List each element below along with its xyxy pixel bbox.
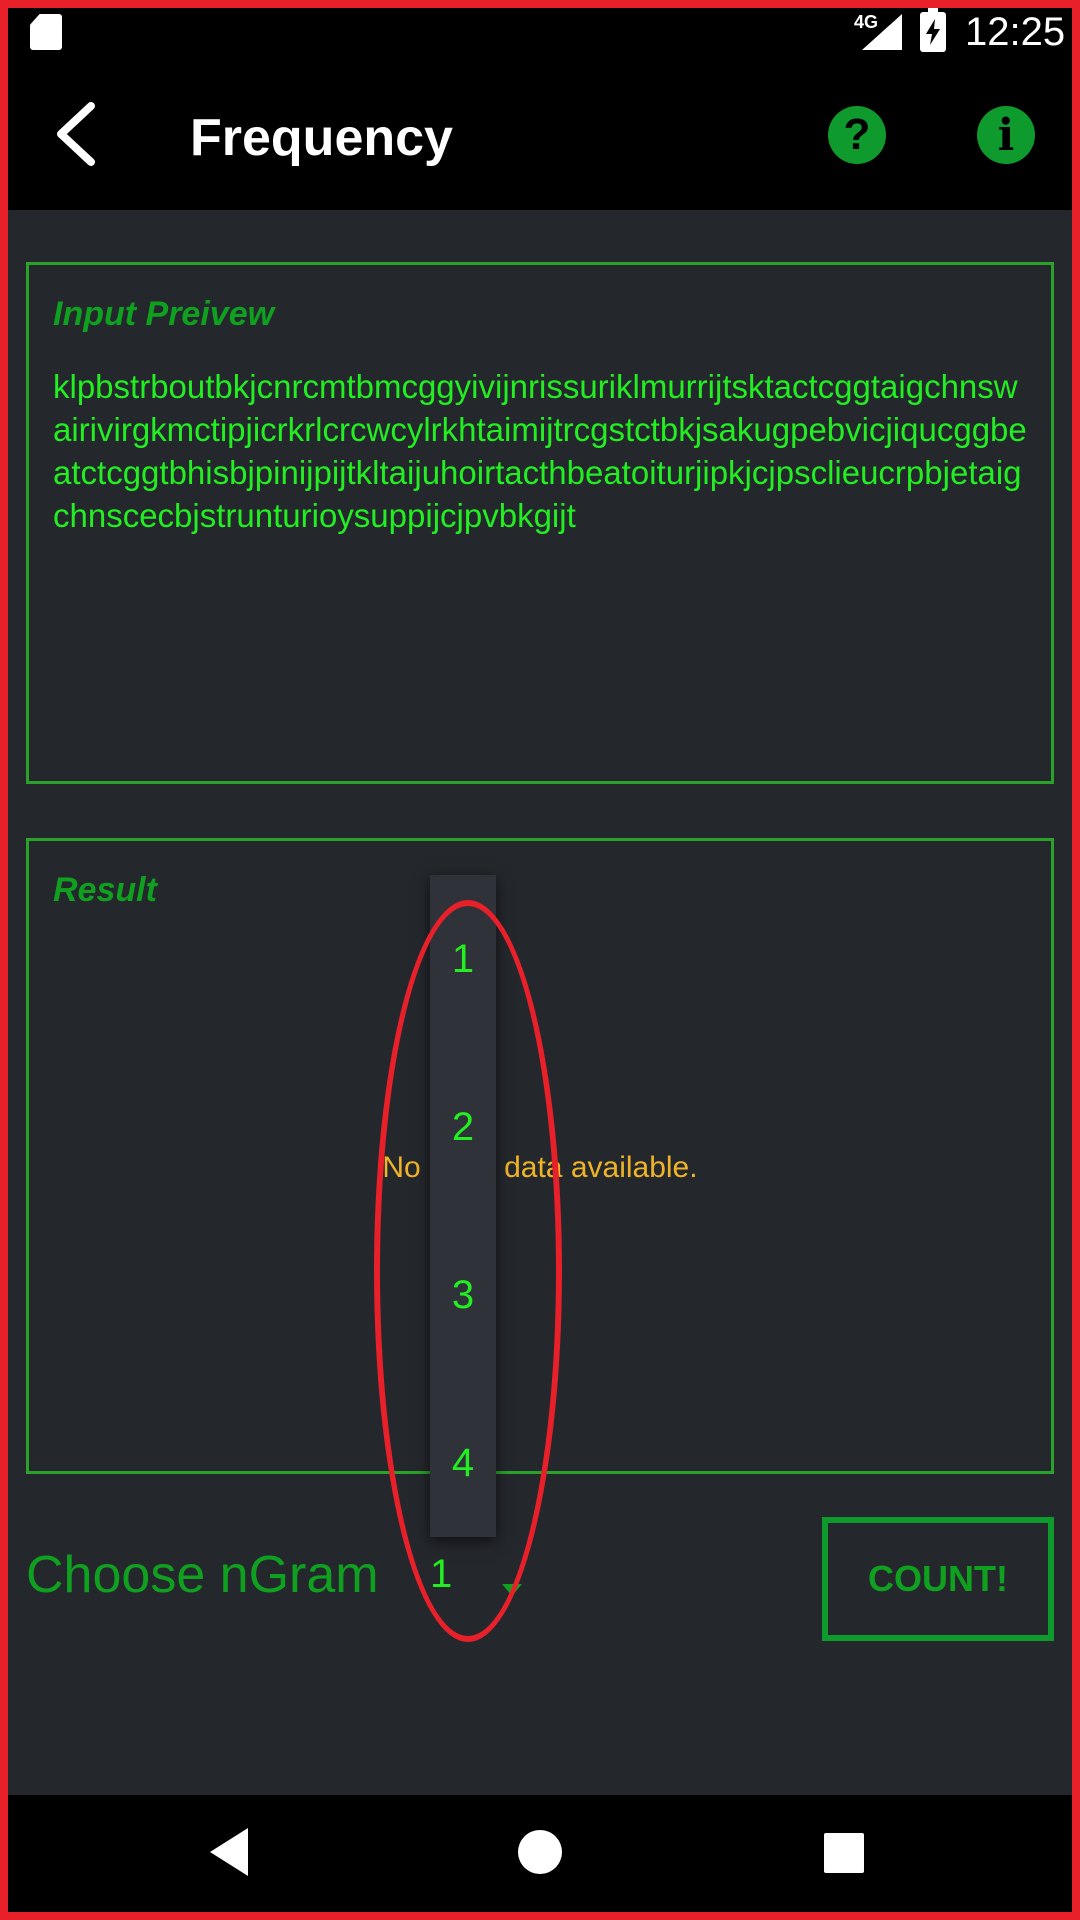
nav-recents-icon[interactable] [824, 1833, 864, 1873]
navigation-bar [0, 1795, 1080, 1920]
clock: 12:25 [965, 10, 1066, 54]
dropdown-arrow-icon [502, 1584, 522, 1596]
input-preview-text: klpbstrboutbkjcnrcmtbmcggyivijnrissurikl… [53, 368, 1027, 534]
status-bar: 4G 12:25 [0, 0, 1080, 64]
ngram-dropdown[interactable]: 1 [418, 1540, 522, 1610]
nav-home-icon[interactable] [518, 1830, 562, 1874]
ngram-label: Choose nGram [26, 1546, 379, 1604]
ngram-option-2[interactable]: 2 [430, 1043, 496, 1211]
app-bar: Frequency ? i [0, 64, 1080, 210]
count-button[interactable]: COUNT! [822, 1517, 1054, 1641]
help-button[interactable]: ? [828, 106, 886, 164]
battery-charging-icon [920, 7, 946, 52]
main-content: Input Preivew klpbstrboutbkjcnrcmtbmcggy… [0, 210, 1080, 1795]
network-type: 4G [854, 12, 879, 32]
info-button[interactable]: i [977, 106, 1035, 164]
info-circle-icon: i [997, 109, 1015, 161]
result-panel: Result No chart data available. [26, 838, 1054, 1474]
back-button[interactable] [40, 94, 110, 174]
ngram-selected-value: 1 [430, 1552, 453, 1596]
input-preview-title: Input Preivew [53, 295, 275, 333]
ngram-option-1[interactable]: 1 [430, 875, 496, 1043]
back-arrow-icon [57, 102, 95, 166]
question-circle-icon: ? [843, 110, 871, 159]
ngram-option-4[interactable]: 4 [430, 1379, 496, 1547]
sd-card-icon [30, 14, 62, 50]
input-preview-panel: Input Preivew klpbstrboutbkjcnrcmtbmcggy… [26, 262, 1054, 784]
empty-chart-message: No chart data available. [382, 1151, 698, 1184]
ngram-option-3[interactable]: 3 [430, 1211, 496, 1379]
ngram-options-list: 1 2 3 4 [430, 875, 496, 1537]
result-title: Result [53, 871, 157, 909]
nav-back-icon[interactable] [210, 1828, 248, 1876]
page-title: Frequency [190, 109, 453, 167]
